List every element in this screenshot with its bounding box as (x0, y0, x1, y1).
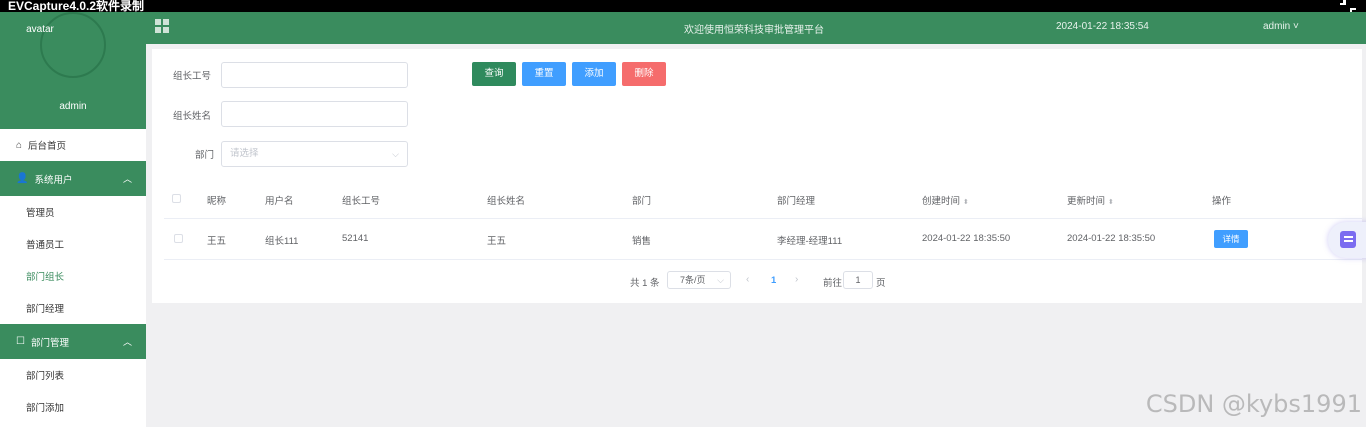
col-manager: 部门经理 (777, 196, 816, 207)
profile-username: admin (59, 101, 87, 112)
chevron-down-icon: ⌵ (392, 149, 399, 159)
col-updated-label: 更新时间 (1067, 196, 1106, 207)
sidebar-item-label: 部门列表 (26, 371, 65, 382)
col-updated[interactable]: 更新时间 ⬍ (1067, 193, 1114, 207)
home-icon: ⌂ (16, 139, 23, 151)
page-number-current[interactable]: 1 (771, 275, 776, 286)
col-leader-id: 组长工号 (342, 196, 381, 207)
leader-name-input[interactable] (221, 101, 408, 127)
sidebar-group-system-users[interactable]: 👤 系统用户 ︿ (0, 161, 146, 196)
assistant-icon (1340, 231, 1356, 248)
sidebar-group-label: 系统用户 (34, 174, 73, 186)
pagination: 共 1 条 7条/页 ⌵ ‹ 1 › 前往 1 页 (152, 271, 1362, 291)
sidebar-item-dept-list[interactable]: 部门列表 (0, 359, 146, 391)
user-menu-label: admin (1263, 21, 1291, 32)
col-username: 用户名 (265, 196, 294, 207)
watermark: CSDN @kybs1991 (1145, 390, 1362, 418)
sort-icon[interactable]: ⬍ (1108, 199, 1114, 206)
sidebar-item-label: 管理员 (26, 208, 55, 219)
table-row: 王五 组长111 52141 王五 销售 李经理-经理111 2024-01-2… (164, 219, 1362, 260)
dept-select[interactable]: 请选择 ⌵ (221, 141, 408, 167)
avatar-alt-text: avatar (26, 24, 54, 35)
chevron-down-icon: ⌵ (717, 275, 724, 285)
sidebar-item-dept-leaders[interactable]: 部门组长 (0, 260, 146, 292)
sidebar-item-label: 普通员工 (26, 240, 65, 251)
col-created-label: 创建时间 (922, 196, 961, 207)
menu-toggle-icon[interactable] (155, 19, 169, 33)
sidebar-item-home[interactable]: ⌂ 后台首页 (0, 129, 146, 161)
sidebar: avatar admin ⌂ 后台首页 👤 系统用户 ︿ 管理员 普通员工 部门… (0, 12, 146, 427)
sidebar-group-label: 部门管理 (30, 337, 69, 349)
dept-select-placeholder: 请选择 (230, 148, 259, 159)
goto-label: 前往 (823, 278, 843, 289)
query-button[interactable]: 查询 (472, 62, 516, 86)
leader-name-label: 组长姓名 (172, 111, 211, 122)
top-header: 欢迎使用恒荣科技审批管理平台 2024-01-22 18:35:54 admin… (146, 12, 1366, 44)
chevron-up-icon: ︿ (122, 337, 132, 347)
row-checkbox[interactable] (174, 234, 183, 243)
cell-manager: 李经理-经理111 (777, 236, 843, 247)
pagination-total: 共 1 条 (630, 278, 660, 289)
floating-assistant-button[interactable] (1328, 222, 1366, 258)
dept-label: 部门 (194, 150, 214, 161)
cell-leader-name: 王五 (487, 236, 507, 247)
page-unit-label: 页 (876, 278, 886, 289)
sidebar-item-dept-managers[interactable]: 部门经理 (0, 292, 146, 324)
leader-id-input[interactable] (221, 62, 408, 88)
recorder-title-bar: EVCapture4.0.2软件录制 (0, 0, 1366, 14)
next-page-icon[interactable]: › (795, 274, 798, 285)
col-leader-name: 组长姓名 (487, 196, 526, 207)
welcome-text: 欢迎使用恒荣科技审批管理平台 (684, 25, 824, 36)
reset-button[interactable]: 重置 (522, 62, 566, 86)
sidebar-item-admins[interactable]: 管理员 (0, 196, 146, 228)
sidebar-group-dept-management[interactable]: ☐ 部门管理 ︿ (0, 324, 146, 359)
sort-icon[interactable]: ⬍ (963, 199, 969, 206)
select-all-checkbox[interactable] (172, 194, 181, 203)
goto-page-input[interactable]: 1 (843, 271, 873, 289)
col-dept: 部门 (632, 196, 652, 207)
cell-dept: 销售 (632, 236, 652, 247)
profile-panel: avatar admin (0, 12, 146, 129)
user-menu-dropdown[interactable]: admin ˅ (1263, 21, 1299, 32)
chevron-down-icon: ˅ (1290, 21, 1299, 32)
table-header: 昵称 用户名 组长工号 组长姓名 部门 部门经理 创建时间 ⬍ 更新时间 ⬍ 操作 (164, 179, 1362, 219)
cell-created: 2024-01-22 18:35:50 (922, 233, 1011, 244)
avatar[interactable] (40, 12, 106, 78)
cell-nickname: 王五 (207, 236, 227, 247)
page-size-value: 7条/页 (680, 275, 706, 285)
chevron-up-icon: ︿ (122, 174, 132, 184)
sidebar-item-employees[interactable]: 普通员工 (0, 228, 146, 260)
col-created[interactable]: 创建时间 ⬍ (922, 193, 969, 207)
sidebar-item-label: 后台首页 (28, 141, 67, 152)
cell-username: 组长111 (265, 236, 299, 247)
page-size-select[interactable]: 7条/页 ⌵ (667, 271, 731, 289)
leader-id-label: 组长工号 (172, 71, 211, 82)
edit-document-icon: ☐ (16, 336, 25, 347)
col-actions: 操作 (1212, 196, 1232, 207)
add-button[interactable]: 添加 (572, 62, 616, 86)
delete-button[interactable]: 删除 (622, 62, 666, 86)
sidebar-item-dept-add[interactable]: 部门添加 (0, 391, 146, 423)
header-datetime: 2024-01-22 18:35:54 (1056, 21, 1149, 32)
sidebar-item-label: 部门经理 (26, 304, 65, 315)
prev-page-icon[interactable]: ‹ (746, 274, 749, 285)
col-nickname: 昵称 (207, 196, 227, 207)
detail-button[interactable]: 详情 (1214, 230, 1248, 248)
cell-leader-id: 52141 (342, 233, 369, 244)
user-icon: 👤 (16, 173, 29, 184)
sidebar-item-label: 部门组长 (26, 272, 65, 283)
cell-updated: 2024-01-22 18:35:50 (1067, 233, 1156, 244)
sidebar-item-label: 部门添加 (26, 403, 65, 414)
main-panel: 组长工号 组长姓名 部门 请选择 ⌵ 查询 重置 添加 删除 昵称 用户名 组长… (152, 49, 1362, 303)
